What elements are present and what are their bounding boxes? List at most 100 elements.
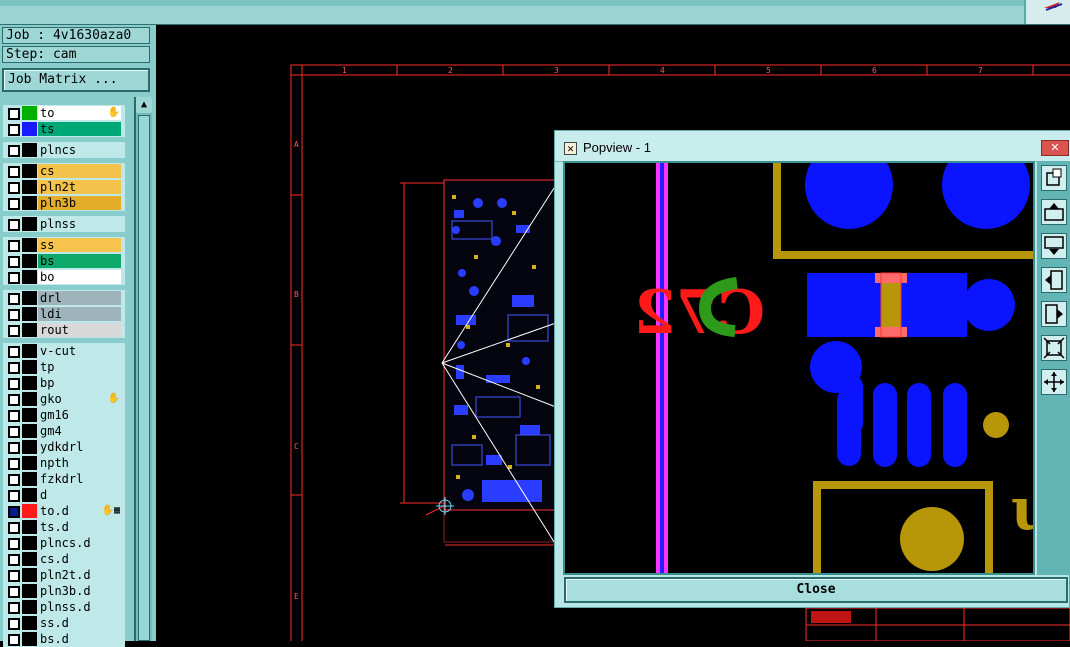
- layer-color-swatch[interactable]: [22, 323, 37, 337]
- layer-row-fzkdrl[interactable]: fzkdrl: [3, 471, 125, 487]
- layer-name[interactable]: pln2t.d: [38, 568, 121, 582]
- layer-row-gm16[interactable]: gm16: [3, 407, 125, 423]
- close-button[interactable]: Close: [564, 577, 1068, 603]
- layer-color-swatch[interactable]: [22, 254, 37, 268]
- layer-name[interactable]: plncs.d: [38, 536, 121, 550]
- pan-up-icon[interactable]: [1041, 199, 1067, 225]
- layer-name[interactable]: fzkdrl: [38, 472, 121, 486]
- layer-color-swatch[interactable]: [22, 488, 37, 502]
- layer-color-swatch[interactable]: [22, 520, 37, 534]
- layer-checkbox[interactable]: [8, 240, 20, 252]
- layer-name[interactable]: pln3b: [38, 196, 121, 210]
- layer-name[interactable]: plnss.d: [38, 600, 121, 614]
- layer-color-swatch[interactable]: [22, 392, 37, 406]
- layer-checkbox[interactable]: [8, 325, 20, 337]
- layer-row-v-cut[interactable]: v-cut: [3, 343, 125, 359]
- layer-name[interactable]: bs.d: [38, 632, 121, 646]
- layer-color-swatch[interactable]: [22, 376, 37, 390]
- layer-row-bp[interactable]: bp: [3, 375, 125, 391]
- layer-name[interactable]: ydkdrl: [38, 440, 121, 454]
- layer-row-bs[interactable]: bs: [3, 253, 125, 269]
- layer-color-swatch[interactable]: [22, 360, 37, 374]
- job-matrix-button[interactable]: Job Matrix ...: [2, 68, 150, 92]
- layer-name[interactable]: ss.d: [38, 616, 121, 630]
- layer-color-swatch[interactable]: [22, 217, 37, 231]
- layer-row-pln3b[interactable]: pln3b: [3, 195, 125, 211]
- layer-color-swatch[interactable]: [22, 143, 37, 157]
- layer-name[interactable]: ts: [38, 122, 121, 136]
- layer-row-pln2t-d[interactable]: pln2t.d: [3, 567, 125, 583]
- layer-checkbox[interactable]: [8, 426, 20, 438]
- layer-color-swatch[interactable]: [22, 552, 37, 566]
- layer-row-bs-d[interactable]: bs.d: [3, 631, 125, 647]
- layer-checkbox[interactable]: [8, 554, 20, 566]
- layer-name[interactable]: cs: [38, 164, 121, 178]
- layer-checkbox[interactable]: [8, 634, 20, 646]
- layer-color-swatch[interactable]: [22, 632, 37, 646]
- layer-row-gm4[interactable]: gm4: [3, 423, 125, 439]
- layer-checkbox[interactable]: [8, 586, 20, 598]
- layer-checkbox[interactable]: [8, 166, 20, 178]
- layer-name[interactable]: d: [38, 488, 121, 502]
- layer-checkbox[interactable]: [8, 474, 20, 486]
- layer-color-swatch[interactable]: [22, 196, 37, 210]
- layer-color-swatch[interactable]: [22, 616, 37, 630]
- layer-name[interactable]: ldi: [38, 307, 121, 321]
- layer-checkbox[interactable]: [8, 182, 20, 194]
- layer-checkbox[interactable]: [8, 442, 20, 454]
- layer-color-swatch[interactable]: [22, 440, 37, 454]
- layer-checkbox[interactable]: [8, 378, 20, 390]
- layer-checkbox[interactable]: [8, 602, 20, 614]
- scroll-thumb[interactable]: [138, 115, 150, 641]
- layer-checkbox[interactable]: [8, 124, 20, 136]
- layer-name[interactable]: plnss: [38, 217, 121, 231]
- layer-row-ss[interactable]: ss: [3, 237, 125, 253]
- layer-checkbox[interactable]: [8, 309, 20, 321]
- layer-name[interactable]: rout: [38, 323, 121, 337]
- layer-row-pln2t[interactable]: pln2t: [3, 179, 125, 195]
- layer-checkbox[interactable]: [8, 293, 20, 305]
- layer-color-swatch[interactable]: [22, 307, 37, 321]
- layer-name[interactable]: ts.d: [38, 520, 121, 534]
- layer-color-swatch[interactable]: [22, 238, 37, 252]
- layer-color-swatch[interactable]: [22, 424, 37, 438]
- layer-row-bo[interactable]: bo: [3, 269, 125, 285]
- layer-color-swatch[interactable]: [22, 106, 37, 120]
- layer-row-pln3b-d[interactable]: pln3b.d: [3, 583, 125, 599]
- layer-row-rout[interactable]: rout: [3, 322, 125, 338]
- layer-checkbox[interactable]: [8, 346, 20, 358]
- zoom-window-icon[interactable]: [1041, 165, 1067, 191]
- layer-checkbox[interactable]: [8, 145, 20, 157]
- layer-row-ydkdrl[interactable]: ydkdrl: [3, 439, 125, 455]
- layer-name[interactable]: gm16: [38, 408, 121, 422]
- zoom-in-icon[interactable]: [1041, 335, 1067, 361]
- layer-color-swatch[interactable]: [22, 408, 37, 422]
- layer-name[interactable]: bp: [38, 376, 121, 390]
- popview-titlebar[interactable]: ✕ Popview - 1 ✕: [555, 131, 1070, 162]
- layer-checkbox[interactable]: [8, 272, 20, 284]
- layer-name[interactable]: cs.d: [38, 552, 121, 566]
- layer-checkbox[interactable]: [8, 458, 20, 470]
- layer-row-tp[interactable]: tp: [3, 359, 125, 375]
- layer-row-npth[interactable]: npth: [3, 455, 125, 471]
- layer-name[interactable]: plncs: [38, 143, 121, 157]
- layer-name[interactable]: tp: [38, 360, 121, 374]
- window-close-icon[interactable]: ✕: [1041, 140, 1069, 156]
- layer-color-swatch[interactable]: [22, 584, 37, 598]
- layer-row-ss-d[interactable]: ss.d: [3, 615, 125, 631]
- layer-row-drl[interactable]: drl: [3, 290, 125, 306]
- layer-name[interactable]: drl: [38, 291, 121, 305]
- layer-name[interactable]: pln3b.d: [38, 584, 121, 598]
- layer-name[interactable]: v-cut: [38, 344, 121, 358]
- layer-checkbox[interactable]: [8, 538, 20, 550]
- layer-color-swatch[interactable]: [22, 164, 37, 178]
- scroll-up-icon[interactable]: ▲: [136, 97, 152, 113]
- layer-row-cs[interactable]: cs: [3, 163, 125, 179]
- layer-color-swatch[interactable]: [22, 122, 37, 136]
- layer-row-ldi[interactable]: ldi: [3, 306, 125, 322]
- layer-row-plncs[interactable]: plncs: [3, 142, 125, 158]
- layer-color-swatch[interactable]: [22, 456, 37, 470]
- layer-name[interactable]: npth: [38, 456, 121, 470]
- layer-row-d[interactable]: d: [3, 487, 125, 503]
- layer-checkbox[interactable]: [8, 410, 20, 422]
